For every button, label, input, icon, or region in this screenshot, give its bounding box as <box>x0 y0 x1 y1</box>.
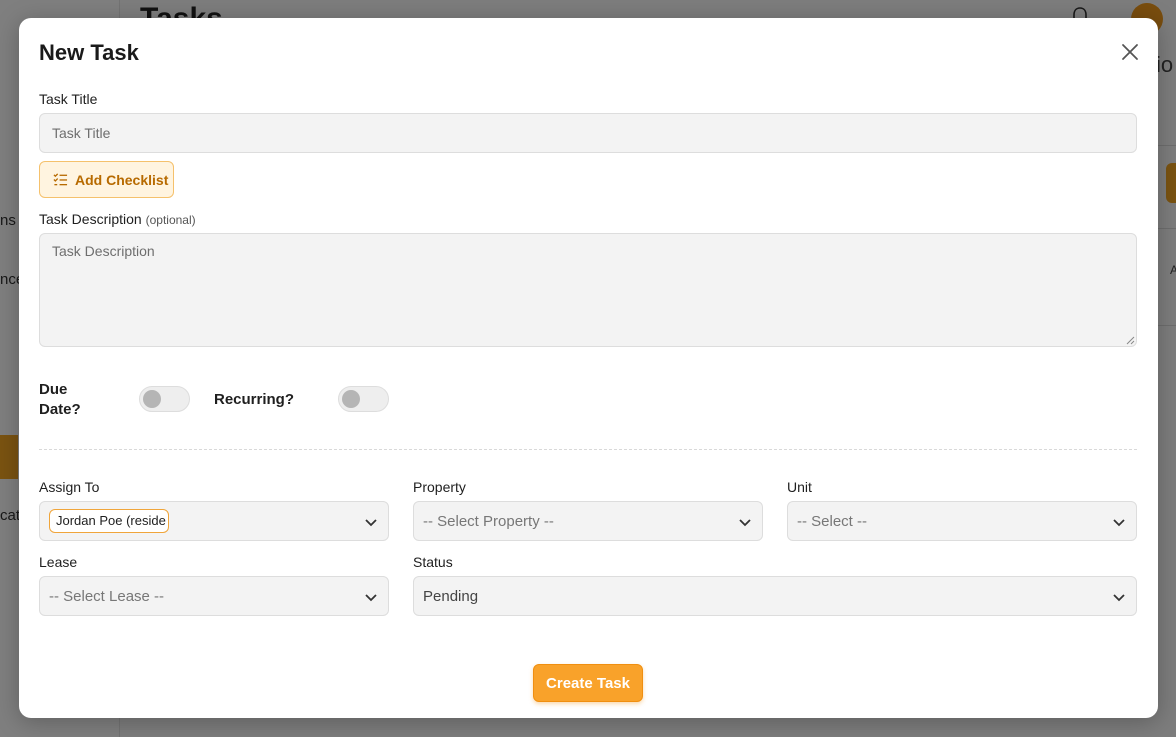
unit-select-value: -- Select -- <box>797 512 868 530</box>
close-icon[interactable] <box>1120 42 1140 62</box>
property-label: Property <box>413 479 466 495</box>
new-task-modal: New Task Task Title Add Checklist Task D… <box>19 18 1158 718</box>
task-description-input[interactable] <box>39 233 1137 347</box>
status-select-value: Pending <box>423 587 479 605</box>
section-divider <box>39 449 1137 450</box>
unit-label: Unit <box>787 479 812 495</box>
add-checklist-button[interactable]: Add Checklist <box>39 161 174 198</box>
chevron-down-icon <box>1113 594 1125 602</box>
recurring-toggle[interactable] <box>338 386 389 412</box>
task-title-input[interactable] <box>39 113 1137 153</box>
task-description-label-text: Task Description <box>39 211 142 227</box>
chevron-down-icon <box>739 519 751 527</box>
assign-to-label: Assign To <box>39 479 100 495</box>
status-select[interactable]: Pending <box>413 576 1137 616</box>
recurring-label: Recurring? <box>214 391 295 408</box>
create-task-button[interactable]: Create Task <box>533 664 643 702</box>
due-date-label-line: Date? <box>39 401 81 418</box>
chevron-down-icon <box>365 519 377 527</box>
lease-label: Lease <box>39 554 78 570</box>
lease-select-value: -- Select Lease -- <box>49 587 165 605</box>
due-date-toggle[interactable] <box>139 386 190 412</box>
add-checklist-label: Add Checklist <box>75 171 169 188</box>
assignee-chip[interactable]: Jordan Poe (reside <box>49 509 169 533</box>
optional-hint: (optional) <box>145 213 196 227</box>
due-date-label: Due Date? <box>39 380 81 420</box>
chevron-down-icon <box>1113 519 1125 527</box>
toggle-knob <box>342 390 360 408</box>
task-description-label: Task Description (optional) <box>39 211 196 227</box>
unit-select[interactable]: -- Select -- <box>787 501 1137 541</box>
due-date-label-line: Due <box>39 381 68 398</box>
resize-grip-icon[interactable] <box>1126 336 1135 345</box>
task-title-label: Task Title <box>39 91 98 107</box>
checklist-icon <box>53 173 68 186</box>
assign-to-select[interactable]: Jordan Poe (reside <box>39 501 389 541</box>
property-select-value: -- Select Property -- <box>423 512 554 530</box>
lease-select[interactable]: -- Select Lease -- <box>39 576 389 616</box>
toggle-knob <box>143 390 161 408</box>
property-select[interactable]: -- Select Property -- <box>413 501 763 541</box>
modal-title: New Task <box>39 40 139 65</box>
status-label: Status <box>413 554 453 570</box>
chevron-down-icon <box>365 594 377 602</box>
